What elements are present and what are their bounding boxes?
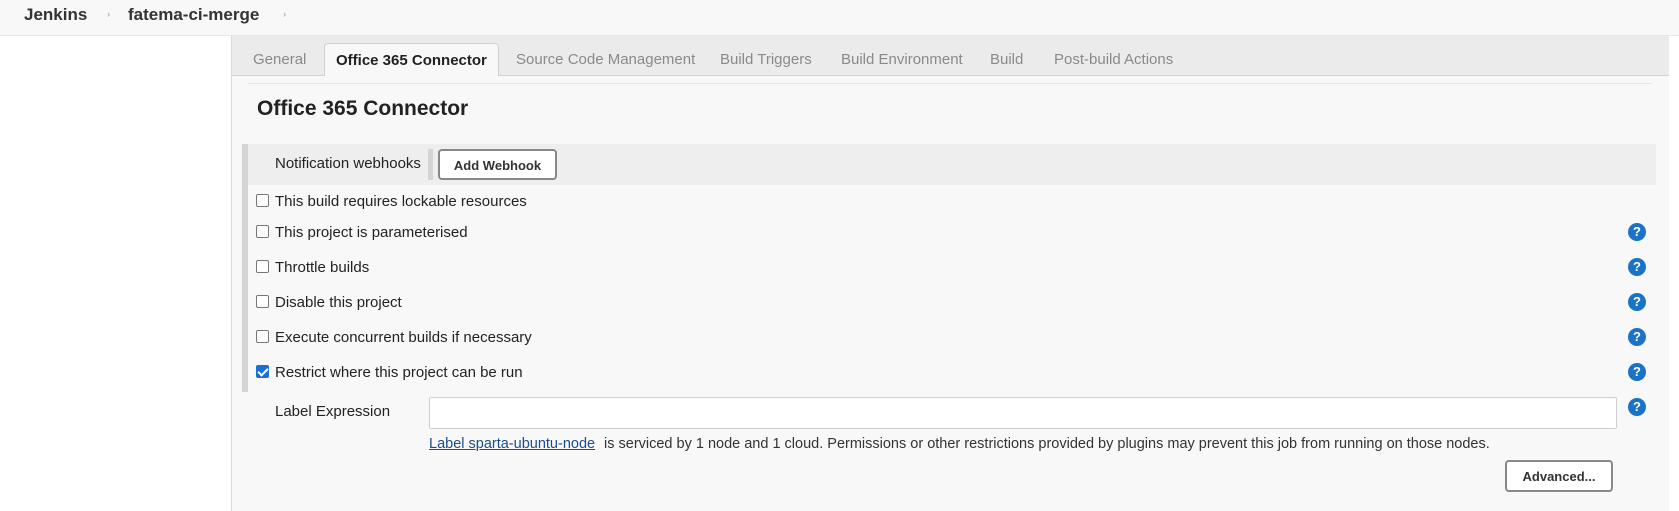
breadcrumb-job[interactable]: fatema-ci-merge bbox=[128, 5, 259, 25]
help-icon[interactable]: ? bbox=[1628, 398, 1646, 416]
section-divider bbox=[248, 83, 1652, 84]
webhooks-label: Notification webhooks bbox=[275, 155, 421, 172]
disable-project-label: Disable this project bbox=[275, 294, 402, 311]
concurrent-builds-checkbox[interactable] bbox=[256, 330, 269, 343]
throttle-builds-label: Throttle builds bbox=[275, 259, 370, 276]
chevron-right-icon[interactable]: › bbox=[283, 9, 286, 19]
help-icon[interactable]: ? bbox=[1628, 223, 1646, 241]
section-bar bbox=[242, 144, 248, 185]
disable-project-checkbox[interactable] bbox=[256, 295, 269, 308]
restrict-node-label: Restrict where this project can be run bbox=[275, 364, 523, 381]
tab-build-triggers[interactable]: Build Triggers bbox=[720, 43, 812, 77]
tab-post-build-actions[interactable]: Post-build Actions bbox=[1054, 43, 1173, 77]
concurrent-builds-label: Execute concurrent builds if necessary bbox=[275, 329, 532, 346]
config-tab-bar: General Office 365 Connector Source Code… bbox=[232, 36, 1669, 77]
restrict-node-checkbox[interactable] bbox=[256, 365, 269, 378]
chevron-right-icon[interactable]: › bbox=[107, 9, 110, 19]
tab-source-code-management[interactable]: Source Code Management bbox=[516, 43, 695, 77]
help-icon[interactable]: ? bbox=[1628, 363, 1646, 381]
advanced-button[interactable]: Advanced... bbox=[1505, 460, 1613, 492]
label-expression-label: Label Expression bbox=[275, 403, 391, 420]
field-divider bbox=[428, 149, 433, 180]
section-title: Office 365 Connector bbox=[257, 97, 469, 120]
section-bar bbox=[242, 185, 248, 392]
parameterised-checkbox[interactable] bbox=[256, 225, 269, 238]
help-icon[interactable]: ? bbox=[1628, 293, 1646, 311]
tab-build-environment[interactable]: Build Environment bbox=[841, 43, 963, 77]
label-expression-input[interactable] bbox=[429, 397, 1617, 429]
throttle-builds-checkbox[interactable] bbox=[256, 260, 269, 273]
tab-office-365-connector[interactable]: Office 365 Connector bbox=[324, 43, 499, 77]
lockable-resources-label: This build requires lockable resources bbox=[275, 193, 527, 210]
add-webhook-button[interactable]: Add Webhook bbox=[438, 149, 557, 180]
tab-build[interactable]: Build bbox=[990, 43, 1023, 77]
breadcrumb-bar: Jenkins › fatema-ci-merge › bbox=[0, 0, 1679, 36]
help-icon[interactable]: ? bbox=[1628, 328, 1646, 346]
parameterised-label: This project is parameterised bbox=[275, 224, 468, 241]
label-info-text: is serviced by 1 node and 1 cloud. Permi… bbox=[604, 436, 1490, 452]
breadcrumb-jenkins[interactable]: Jenkins bbox=[24, 5, 87, 25]
label-link[interactable]: Label sparta-ubuntu-node bbox=[429, 436, 595, 452]
help-icon[interactable]: ? bbox=[1628, 258, 1646, 276]
lockable-resources-checkbox[interactable] bbox=[256, 194, 269, 207]
tab-general[interactable]: General bbox=[253, 43, 306, 77]
